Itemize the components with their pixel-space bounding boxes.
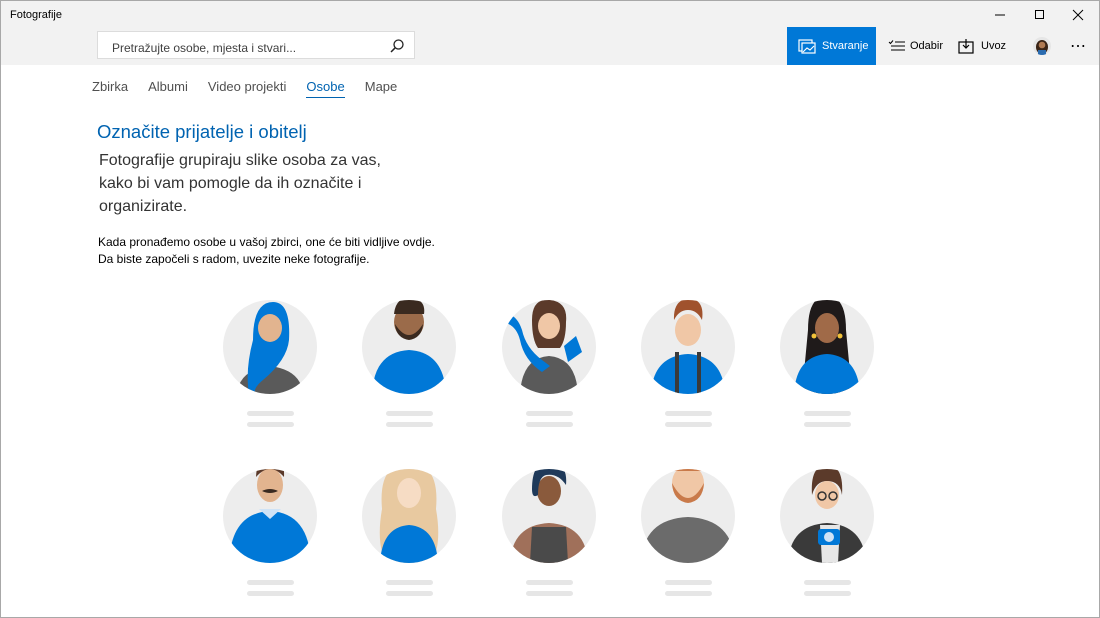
name-placeholder [386,591,433,596]
photos-window: Fotografije Pretražujte osobe, mjesta i … [0,0,1100,618]
name-placeholder [526,411,573,416]
name-placeholder [665,591,712,596]
woman-vest-icon [510,469,588,563]
info-line-2: Da biste započeli s radom, uvezite neke … [98,252,370,266]
nav-tabs: Zbirka Albumi Video projekti Osobe Mape [92,79,417,98]
name-placeholder [386,411,433,416]
name-placeholder [247,422,294,427]
woman-long-hair-icon [794,300,860,394]
search-box[interactable]: Pretražujte osobe, mjesta i stvari... [97,31,415,59]
person-illustration-9 [641,469,735,563]
woman-curly-hair-icon [379,469,439,563]
tab-mape[interactable]: Mape [365,79,398,98]
search-icon[interactable] [390,39,404,53]
name-placeholder [665,422,712,427]
woman-with-cat-icon [502,300,582,394]
name-placeholder [526,591,573,596]
person-illustration-5 [780,300,874,394]
user-avatar-icon [1036,40,1048,55]
maximize-icon [1035,9,1044,19]
man-suspenders-icon [651,300,725,394]
title-bar: Fotografije [1,1,1099,28]
select-icon [888,40,905,51]
toolbar: Pretražujte osobe, mjesta i stvari... St… [1,27,1099,65]
minimize-icon [995,14,1005,15]
person-illustration-10 [780,469,874,563]
person-illustration-1 [223,300,317,394]
search-input[interactable]: Pretražujte osobe, mjesta i stvari... [112,41,296,55]
import-label: Uvoz [981,40,1007,52]
person-illustration-4 [641,300,735,394]
name-placeholder [526,580,573,585]
select-button[interactable]: Odabir [888,28,943,64]
select-label: Odabir [910,40,944,52]
name-placeholder [526,422,573,427]
page-subheading: Fotografije grupiraju slike osoba za vas… [99,152,381,215]
name-placeholder [804,411,851,416]
close-icon [1072,9,1084,20]
tab-video-projekti[interactable]: Video projekti [208,79,287,98]
create-label: Stvaranje [822,40,869,52]
man-ginger-beard-icon [641,469,735,563]
account-avatar[interactable] [1033,37,1051,55]
info-line-1: Kada pronađemo osobe u vašoj zbirci, one… [98,235,435,249]
woman-with-camera-icon [788,469,866,563]
name-placeholder [804,591,851,596]
name-placeholder [247,580,294,585]
close-button[interactable] [1060,1,1096,28]
maximize-button[interactable] [1022,1,1058,28]
page-heading: Označite prijatelje i obitelj [97,121,307,142]
name-placeholder [804,422,851,427]
info-text: Kada pronađemo osobe u vašoj zbirci, one… [98,234,435,268]
person-illustration-7 [362,469,456,563]
woman-hijab-icon [237,302,303,394]
man-beard-icon [372,300,446,394]
create-icon [798,39,816,54]
name-placeholder [804,580,851,585]
minimize-button[interactable] [982,1,1018,28]
name-placeholder [665,411,712,416]
tab-zbirka[interactable]: Zbirka [92,79,128,98]
tab-osobe[interactable]: Osobe [306,79,345,98]
name-placeholder [386,580,433,585]
name-placeholder [247,591,294,596]
name-placeholder [665,580,712,585]
person-illustration-8 [502,469,596,563]
import-button[interactable]: Uvoz [958,28,1006,64]
import-icon [958,38,974,54]
create-button[interactable]: Stvaranje [787,27,876,65]
more-options-button[interactable]: ⋯ [1070,36,1087,56]
name-placeholder [247,411,294,416]
man-mustache-icon [229,469,311,563]
person-illustration-6 [223,469,317,563]
person-illustration-2 [362,300,456,394]
tab-albumi[interactable]: Albumi [148,79,188,98]
name-placeholder [386,422,433,427]
person-illustration-3 [502,300,596,394]
app-title: Fotografije [10,9,62,21]
